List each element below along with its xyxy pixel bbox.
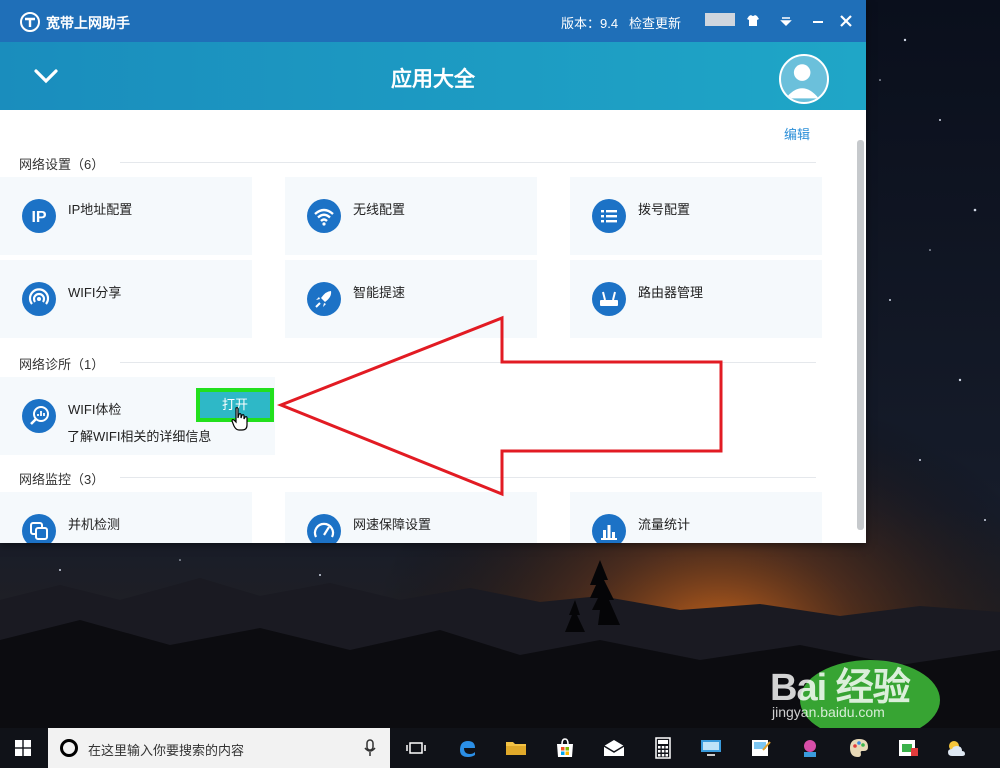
- speedometer-icon: [307, 514, 341, 543]
- app-tile-smart-speedup[interactable]: 智能提速: [285, 260, 537, 338]
- section-divider: [120, 362, 816, 363]
- user-avatar-icon: [785, 64, 819, 99]
- minimize-icon: [813, 21, 823, 23]
- mail-icon[interactable]: [602, 736, 626, 760]
- wifi-icon: [307, 199, 341, 233]
- hotspot-icon: [22, 282, 56, 316]
- app-tile-speed-guarantee[interactable]: 网速保障设置: [285, 492, 537, 543]
- app-tile-label: 智能提速: [353, 285, 406, 300]
- check-update-link[interactable]: 检查更新: [629, 13, 681, 32]
- calculator-icon[interactable]: [651, 736, 675, 760]
- page-header: 应用大全: [0, 42, 866, 110]
- page-title: 应用大全: [391, 68, 475, 91]
- cortana-icon: [60, 739, 78, 757]
- app-tile-label: 并机检测: [68, 517, 121, 532]
- scrollbar[interactable]: [857, 140, 864, 530]
- edit-link[interactable]: 编辑: [784, 124, 810, 143]
- palette-icon[interactable]: [847, 736, 871, 760]
- version-label: 版本：9.4: [561, 16, 619, 31]
- app-tile-label: 网速保障设置: [353, 517, 432, 532]
- remote-desktop-icon[interactable]: [699, 736, 723, 760]
- hand-cursor-icon: [231, 407, 248, 431]
- app-tile-label: 路由器管理: [638, 285, 704, 300]
- taskbar-search-box[interactable]: 在这里输入你要搜索的内容: [48, 728, 390, 768]
- section-title-network-clinic: 网络诊所（1）: [19, 357, 105, 372]
- app-tile-description: 了解WIFI相关的详细信息: [67, 429, 212, 444]
- ip-icon: IP: [22, 199, 56, 233]
- app-tile-ip-config[interactable]: IP IP地址配置: [0, 177, 252, 255]
- taskbar: 在这里输入你要搜索的内容: [0, 728, 1000, 768]
- watermark-main: Bai 经验: [770, 667, 911, 709]
- baidu-jingyan-watermark: Bai 经验 jingyan.baidu.com: [768, 656, 1000, 728]
- app-list-panel: 编辑 网络设置（6） IP IP地址配置 无线配置 拨号配置 WIFI分享 智能…: [0, 110, 866, 543]
- close-button[interactable]: [834, 9, 858, 33]
- menu-down-icon: [780, 17, 792, 27]
- app-tile-router-manage[interactable]: 路由器管理: [570, 260, 822, 338]
- skin-button[interactable]: [741, 9, 765, 33]
- app-name: 宽带上网助手: [46, 15, 130, 31]
- title-bar: 宽带上网助手 版本：9.4 检查更新: [0, 0, 866, 42]
- app-logo-icon: [20, 12, 40, 32]
- app-icon[interactable]: [896, 736, 920, 760]
- svg-text:IP: IP: [31, 209, 46, 226]
- app-tile-label: IP地址配置: [68, 202, 133, 217]
- multi-device-icon: [22, 514, 56, 543]
- file-explorer-icon[interactable]: [504, 736, 528, 760]
- section-title-network-monitor: 网络监控（3）: [19, 472, 105, 487]
- wifi-checkup-icon: [22, 399, 56, 433]
- windows-start-icon[interactable]: [15, 740, 31, 756]
- app-tile-label: 无线配置: [353, 202, 406, 217]
- task-view-icon[interactable]: [404, 736, 428, 760]
- avatar[interactable]: [779, 54, 829, 104]
- section-divider: [120, 162, 816, 163]
- microphone-icon[interactable]: [364, 739, 376, 757]
- weather-icon[interactable]: [944, 736, 968, 760]
- paint-icon[interactable]: [749, 736, 773, 760]
- app-tile-multi-device[interactable]: 并机检测: [0, 492, 252, 543]
- app-tile-dialup-config[interactable]: 拨号配置: [570, 177, 822, 255]
- app-tile-label: WIFI分享: [68, 285, 122, 300]
- watermark-sub: jingyan.baidu.com: [772, 704, 885, 720]
- app-window: 宽带上网助手 版本：9.4 检查更新 应用大全 编辑 网络设置（6） IP IP…: [0, 0, 866, 543]
- close-icon: [840, 15, 852, 27]
- edge-icon[interactable]: [455, 736, 479, 760]
- rocket-icon: [307, 282, 341, 316]
- app-tile-wifi-share[interactable]: WIFI分享: [0, 260, 252, 338]
- store-icon[interactable]: [553, 736, 577, 760]
- menu-button[interactable]: [774, 9, 798, 33]
- search-placeholder: 在这里输入你要搜索的内容: [88, 743, 245, 758]
- network-icon[interactable]: [798, 736, 822, 760]
- account-name-box[interactable]: [705, 13, 735, 26]
- section-title-network-settings: 网络设置（6）: [19, 157, 105, 172]
- app-tile-label: 拨号配置: [638, 202, 691, 217]
- router-icon: [592, 282, 626, 316]
- app-tile-label: WIFI体检: [68, 402, 122, 417]
- section-divider: [120, 477, 816, 478]
- app-tile-label: 流量统计: [638, 517, 691, 532]
- minimize-button[interactable]: [806, 9, 830, 33]
- app-tile-traffic-stats[interactable]: 流量统计: [570, 492, 822, 543]
- dialup-icon: [592, 199, 626, 233]
- bar-chart-icon: [592, 514, 626, 543]
- app-tile-wireless-config[interactable]: 无线配置: [285, 177, 537, 255]
- tshirt-icon: [747, 15, 759, 26]
